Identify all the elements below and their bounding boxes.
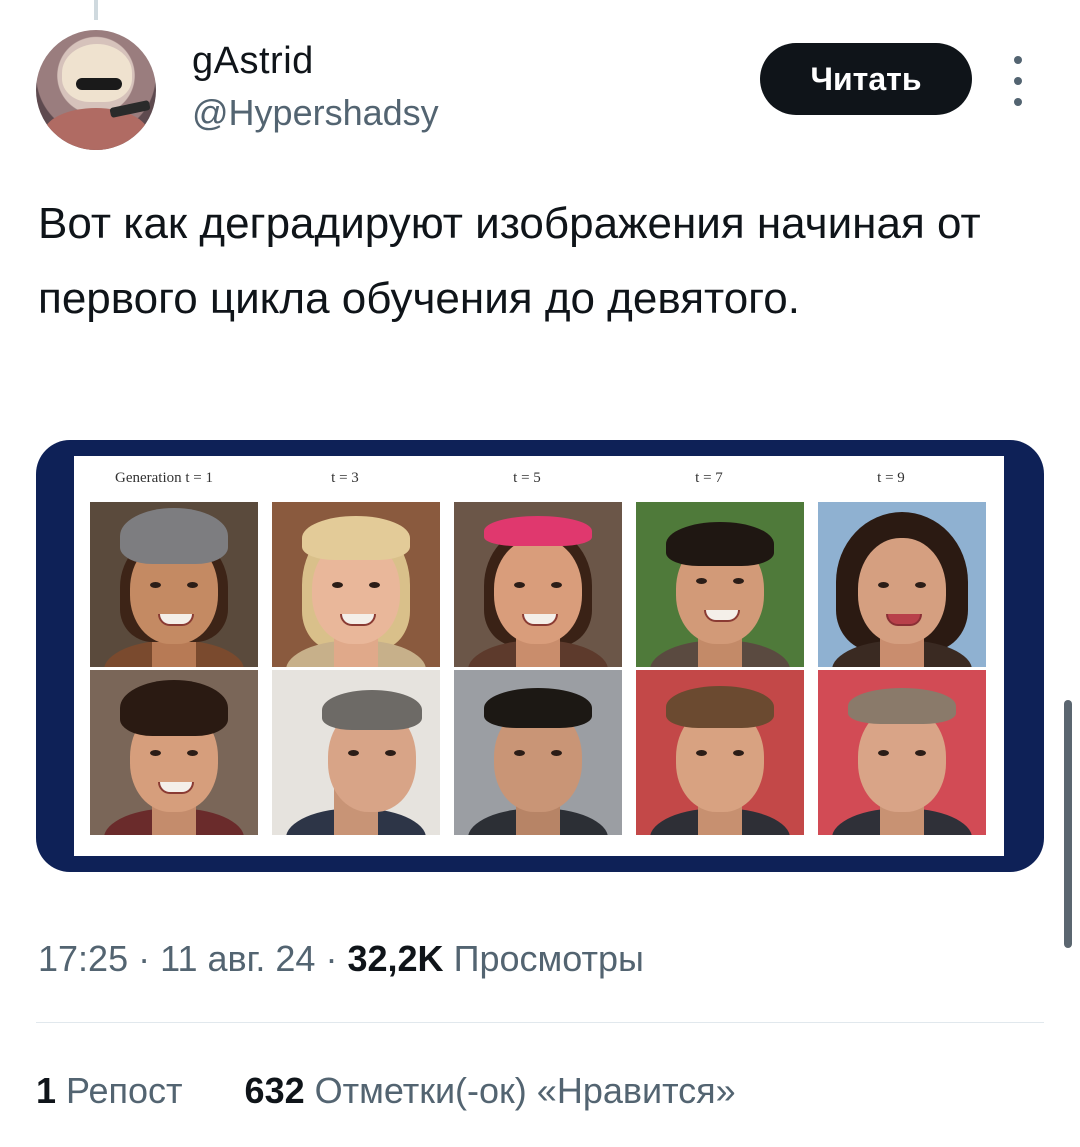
reposts-label: Репост [66, 1070, 183, 1111]
tweet-time[interactable]: 17:25 [38, 938, 128, 979]
more-options-icon[interactable] [1008, 56, 1028, 106]
generation-label: t = 7 [695, 470, 723, 486]
user-handle[interactable]: @Hypershadsy [192, 92, 439, 134]
avatar-fur-shape [44, 108, 148, 150]
generation-label: t = 5 [513, 470, 541, 486]
scrollbar[interactable] [1064, 700, 1072, 948]
tweet-media[interactable]: Generation t = 1 t = 3 t = 5 t = 7 t = 9 [36, 440, 1044, 872]
face-image [636, 670, 804, 835]
tweet-stats: 1 Репост 632 Отметки(-ок) «Нравится» [36, 1070, 736, 1112]
follow-button[interactable]: Читать [760, 43, 972, 115]
face-image [90, 502, 258, 667]
face-image [272, 670, 440, 835]
thread-line [94, 0, 98, 20]
face-image [818, 502, 986, 667]
face-image [818, 670, 986, 835]
reposts-count: 1 [36, 1070, 57, 1111]
likes-count: 632 [244, 1070, 305, 1111]
display-name[interactable]: gAstrid [192, 40, 314, 83]
reposts-link[interactable]: 1 Репост [36, 1070, 193, 1111]
tweet-meta: 17:25 · 11 авг. 24 · 32,2K Просмотры [38, 938, 644, 980]
views-label: Просмотры [453, 938, 644, 979]
avatar[interactable] [36, 30, 156, 150]
face-image [454, 670, 622, 835]
likes-label: Отметки(-ок) «Нравится» [314, 1070, 736, 1111]
avatar-hair-shape [62, 44, 132, 102]
face-image [636, 502, 804, 667]
generation-label: Generation t = 1 [114, 470, 213, 486]
tweet-text: Вот как деградируют изображения начиная … [38, 199, 981, 323]
views-count: 32,2K [347, 938, 444, 979]
tweet-date[interactable]: 11 авг. 24 [160, 938, 315, 979]
face-image [454, 502, 622, 667]
generation-label: t = 3 [331, 470, 359, 486]
avatar-glasses-shape [76, 78, 122, 90]
likes-link[interactable]: 632 Отметки(-ок) «Нравится» [245, 1070, 736, 1111]
face-image [90, 670, 258, 835]
divider [36, 1022, 1044, 1023]
media-figure: Generation t = 1 t = 3 t = 5 t = 7 t = 9 [74, 456, 1004, 856]
generation-labels: Generation t = 1 t = 3 t = 5 t = 7 t = 9 [74, 470, 1004, 500]
generation-label: t = 9 [877, 470, 905, 486]
meta-separator: · [325, 938, 338, 979]
meta-separator: · [138, 938, 151, 979]
face-image [272, 502, 440, 667]
